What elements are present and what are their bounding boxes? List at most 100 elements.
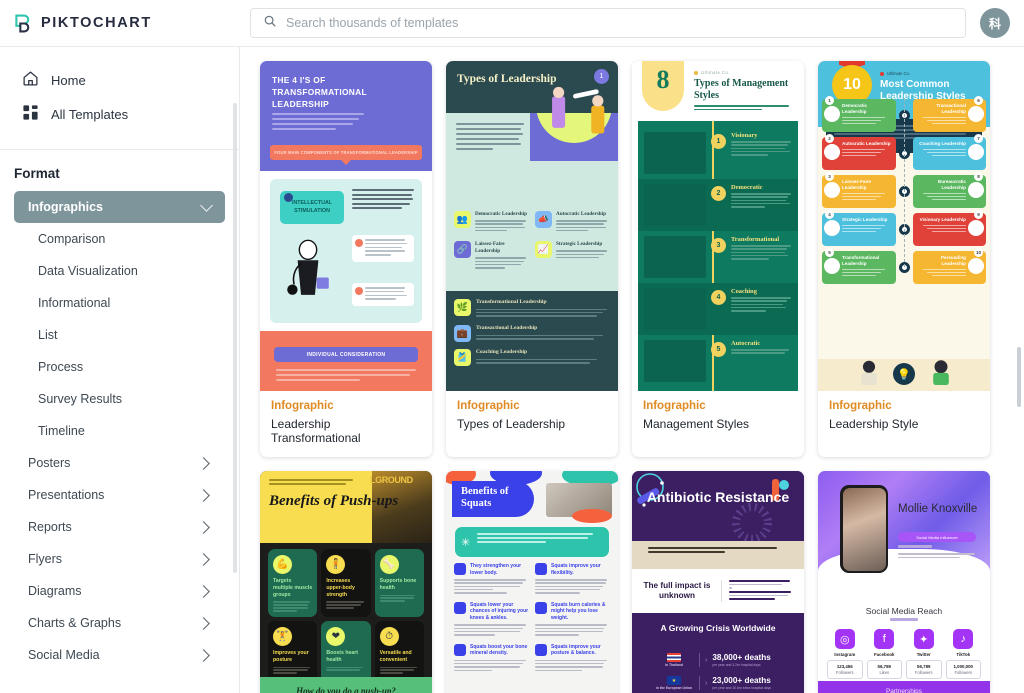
template-card[interactable]: 8 Ultimate Co. Types of Management Style… [632, 61, 804, 457]
thumb-stat: ★ in the European Union › 23,000+ deaths… [655, 676, 771, 690]
thumb-item: Squats boost your bone mineral density. [454, 643, 529, 673]
muscle-icon: 💪 [273, 555, 292, 574]
brand-logo[interactable]: PIKTOCHART [0, 14, 240, 33]
sidebar-primary-nav: Home All Templates [0, 47, 239, 137]
template-card[interactable]: THE 4 I'S OF TRANSFORMATIONAL LEADERSHIP… [260, 61, 432, 457]
chevron-right-icon: › [705, 656, 708, 664]
thumb-item: 1 Visionary [638, 127, 798, 179]
thumb-number: 8 [642, 61, 684, 111]
thumb-social: ◎ Instagram 123,456 Followers [827, 629, 863, 679]
facebook-icon: f [874, 629, 895, 649]
template-name: Leadership Style [829, 417, 919, 431]
sidebar-item-reports[interactable]: Reports [14, 511, 225, 543]
phone-mockup [840, 485, 888, 573]
main-scrollbar[interactable] [1017, 347, 1021, 407]
sidebar-scrollbar[interactable] [233, 103, 237, 573]
sidebar-item-data-visualization[interactable]: Data Visualization [14, 255, 225, 287]
search-icon [263, 14, 277, 33]
template-card[interactable]: Mollie Knoxville Social Media Influencer… [818, 471, 990, 693]
top-bar-right: 科 [240, 8, 1024, 38]
sidebar-item-timeline[interactable]: Timeline [14, 415, 225, 447]
thumb-social: ✦ Twitter 56,789 Followers [906, 629, 942, 679]
template-card[interactable]: Benefits of Push-ups 💪Targets multiple m… [260, 471, 432, 693]
search-box[interactable] [250, 8, 966, 38]
template-card[interactable]: 10 Ultimate Co. Most Common Leadership S… [818, 61, 990, 457]
thumb-title: Benefits of Squats [461, 486, 509, 510]
thumb-item: 📣 Autocratic Leadership [535, 211, 610, 233]
template-card[interactable]: Benefits of Squats ✳ They strengthen you… [446, 471, 618, 693]
thumb-section-2: INDIVIDUAL CONSIDERATION [274, 347, 418, 362]
sidebar-item-presentations[interactable]: Presentations [14, 479, 225, 511]
template-thumbnail: Mollie Knoxville Social Media Influencer… [818, 471, 990, 693]
sidebar-item-reports-label: Reports [28, 520, 72, 534]
template-category: Infographic [643, 400, 706, 412]
chevron-right-icon [197, 520, 210, 534]
template-name: Management Styles [643, 417, 750, 431]
lightbulb-icon: 💡 [893, 363, 915, 385]
template-card-meta: Infographic Leadership Style [818, 391, 990, 443]
briefcase-icon: 💼 [454, 325, 471, 343]
heart-icon: ❤ [326, 627, 346, 646]
sidebar-item-social-media[interactable]: Social Media [14, 639, 225, 671]
chevron-right-icon [197, 584, 210, 598]
chevron-right-icon [197, 648, 210, 662]
whistle-icon: 🎽 [454, 349, 471, 367]
search-input[interactable] [286, 16, 953, 30]
sidebar-item-flyers[interactable]: Flyers [14, 543, 225, 575]
sidebar-item-process[interactable]: Process [14, 351, 225, 383]
template-card-meta: Infographic Types of Leadership [446, 391, 618, 443]
instagram-icon: ◎ [834, 629, 855, 649]
thumb-social: ♪ TikTok 1,000,000 Followers [945, 629, 981, 679]
sidebar-item-home[interactable]: Home [0, 63, 239, 97]
grid-icon [22, 104, 39, 124]
thumb-badge: 1 [594, 69, 609, 84]
chart-up-icon: 📈 [535, 241, 552, 259]
template-thumbnail: Types of Leadership 1 👥 Democratic Leade… [446, 61, 618, 391]
thumb-item: 5 Autocratic [638, 335, 798, 387]
thumb-art-pushups: Benefits of Push-ups 💪Targets multiple m… [260, 471, 432, 693]
sidebar-item-comparison[interactable]: Comparison [14, 223, 225, 255]
sidebar-item-charts-graphs[interactable]: Charts & Graphs [14, 607, 225, 639]
thumb-item: 📈 Strategic Leadership [535, 241, 610, 270]
thumb-crisis-title: A Growing Crisis Worldwide [660, 623, 776, 633]
sidebar-item-infographics[interactable]: Infographics [14, 191, 225, 223]
template-gallery: THE 4 I'S OF TRANSFORMATIONAL LEADERSHIP… [240, 47, 1024, 693]
thumb-art-antibiotic: Antibiotic Resistance The full impact is… [632, 471, 804, 693]
template-thumbnail: Benefits of Squats ✳ They strengthen you… [446, 471, 618, 693]
thumb-item: Squats lower your chances of injuring yo… [454, 601, 529, 638]
home-icon [22, 70, 39, 90]
chevron-right-icon [197, 552, 210, 566]
sidebar-item-list[interactable]: List [14, 319, 225, 351]
flag-eu: ★ [667, 676, 681, 685]
thumb-art-types-of-leadership: Types of Leadership 1 👥 Democratic Leade… [446, 61, 618, 391]
chevron-right-icon: › [705, 679, 708, 687]
thumb-art-management-styles: 8 Ultimate Co. Types of Management Style… [632, 61, 804, 391]
sidebar-item-posters[interactable]: Posters [14, 447, 225, 479]
app-body: Home All Templates Format Infographics C… [0, 47, 1024, 693]
template-thumbnail: 8 Ultimate Co. Types of Management Style… [632, 61, 804, 391]
thumb-item: 💪 Targets multiple muscle groups [268, 549, 318, 617]
thumb-item: 👥 Democratic Leadership [454, 211, 529, 233]
thumb-impact: The full impact is unknown [643, 580, 711, 600]
sidebar-item-diagrams[interactable]: Diagrams [14, 575, 225, 607]
user-avatar[interactable]: 科 [980, 8, 1010, 38]
sidebar-item-flyers-label: Flyers [28, 552, 63, 566]
template-card[interactable]: Types of Leadership 1 👥 Democratic Leade… [446, 61, 618, 457]
thumb-item: Squats improve your flexibility. [535, 563, 610, 596]
thumb-item: 🧍 Increases upper-body strength [321, 549, 371, 617]
sidebar-item-social-media-label: Social Media [28, 648, 100, 662]
template-thumbnail: Benefits of Push-ups 💪Targets multiple m… [260, 471, 432, 693]
chevron-right-icon [197, 456, 210, 470]
piktochart-logo-icon [14, 14, 33, 33]
thumb-item: 🔗 Laissez-Faire Leadership [454, 241, 529, 270]
sidebar-item-survey-results[interactable]: Survey Results [14, 383, 225, 415]
sidebar-item-charts-graphs-label: Charts & Graphs [28, 616, 122, 630]
sidebar-item-diagrams-label: Diagrams [28, 584, 82, 598]
sidebar-item-informational[interactable]: Informational [14, 287, 225, 319]
megaphone-icon: 📣 [535, 211, 552, 228]
sidebar-item-all-templates[interactable]: All Templates [0, 97, 239, 131]
thumb-item: 🌿 Transformational Leadership [454, 299, 610, 318]
template-card[interactable]: Antibiotic Resistance The full impact is… [632, 471, 804, 693]
chevron-right-icon [197, 488, 210, 502]
brand-name: PIKTOCHART [41, 15, 152, 31]
